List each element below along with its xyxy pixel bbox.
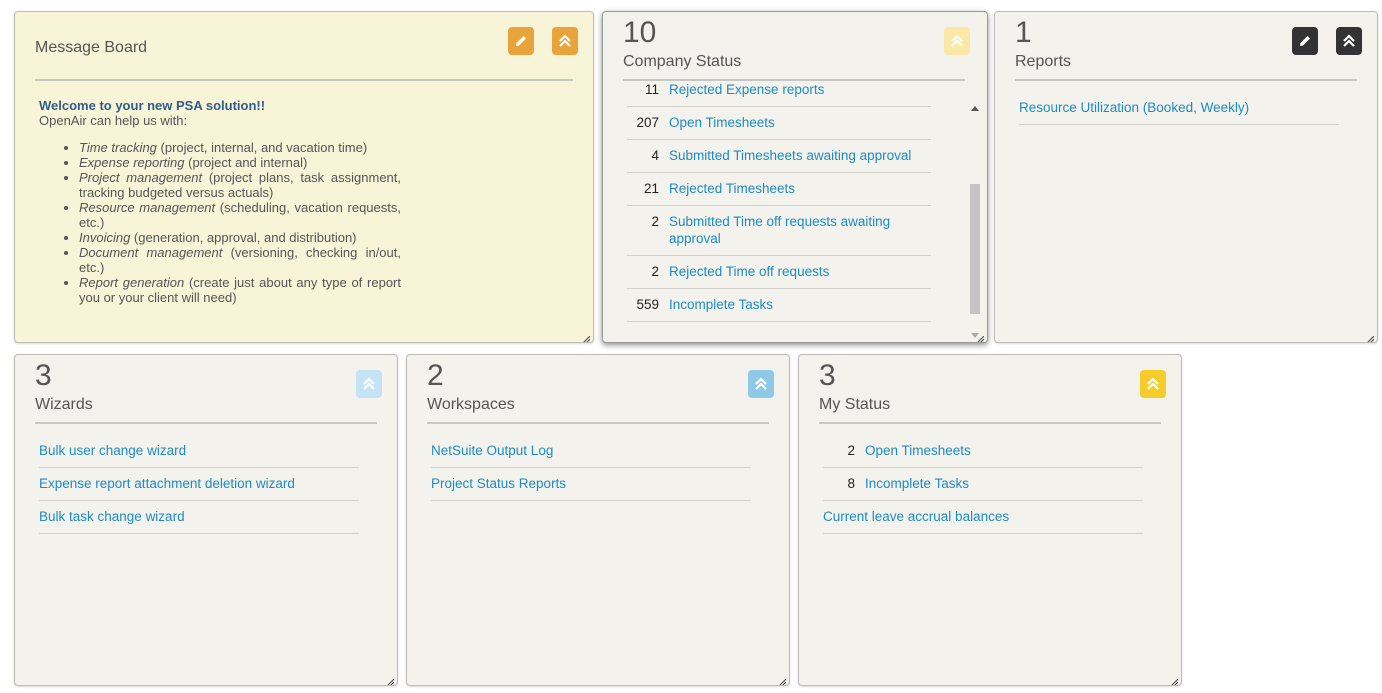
message-board-title: Message Board: [35, 39, 148, 56]
double-chevron-up-icon: [1145, 376, 1161, 392]
double-chevron-up-icon: [1341, 33, 1357, 49]
list-item[interactable]: NetSuite Output Log: [431, 435, 751, 468]
workspaces-count: 2: [427, 359, 444, 392]
header-divider: [1015, 79, 1357, 81]
double-chevron-up-icon: [361, 376, 377, 392]
wizards-title: Wizards: [35, 396, 93, 413]
feature-item: Invoicing (generation, approval, and dis…: [79, 230, 401, 245]
wizards-card: 3 Wizards Bulk user change wizard Expens…: [14, 354, 398, 686]
resize-handle[interactable]: [778, 674, 787, 685]
list-item[interactable]: 2 Submitted Time off requests awaiting ap…: [627, 206, 931, 256]
feature-item: Time tracking (project, internal, and va…: [79, 140, 401, 155]
resize-handle[interactable]: [1366, 331, 1375, 342]
double-chevron-up-icon: [557, 33, 573, 49]
header-divider: [623, 79, 965, 81]
workspaces-card: 2 Workspaces NetSuite Output Log Project…: [406, 354, 790, 686]
header-divider: [35, 422, 377, 424]
resize-handle[interactable]: [1170, 674, 1179, 685]
feature-item: Resource management (scheduling, vacatio…: [79, 200, 401, 230]
welcome-heading: Welcome to your new PSA solution!!: [39, 98, 266, 113]
list-item[interactable]: 207 Open Timesheets: [627, 107, 931, 140]
list-item[interactable]: 4 Submitted Timesheets awaiting approval: [627, 140, 931, 173]
reports-list: Resource Utilization (Booked, Weekly): [1019, 92, 1339, 125]
list-item[interactable]: 21 Rejected Timesheets: [627, 173, 931, 206]
company-status-count: 10: [623, 16, 657, 49]
list-item[interactable]: Bulk task change wizard: [39, 501, 359, 534]
scroll-up-arrow-icon[interactable]: [971, 98, 979, 116]
reports-card: 1 Reports Resource Utilization (Booked, …: [994, 11, 1378, 343]
status-scroll-area[interactable]: 11 Rejected Expense reports 207 Open Times…: [627, 82, 931, 334]
list-item[interactable]: 559 Incomplete Tasks: [627, 289, 931, 322]
header-divider: [35, 79, 573, 81]
reports-count: 1: [1015, 16, 1032, 49]
resize-handle[interactable]: [976, 331, 985, 342]
status-list: 11 Rejected Expense reports 207 Open Times…: [627, 82, 931, 322]
feature-item: Expense reporting (project and internal): [79, 155, 401, 170]
collapse-button[interactable]: [356, 370, 382, 398]
resize-handle[interactable]: [582, 331, 591, 342]
my-status-card: 3 My Status 2 Open Timesheets 8 Incomplete…: [798, 354, 1182, 686]
collapse-button[interactable]: [944, 27, 970, 55]
my-status-list: 2 Open Timesheets 8 Incomplete Tasks Curre…: [823, 435, 1143, 534]
list-item[interactable]: 8 Incomplete Tasks: [823, 468, 1143, 501]
feature-item: Report generation (create just about any…: [79, 275, 401, 305]
workspaces-list: NetSuite Output Log Project Status Repor…: [431, 435, 751, 501]
my-status-title: My Status: [819, 396, 891, 413]
feature-item: Project management (project plans, task …: [79, 170, 401, 200]
reports-title: Reports: [1015, 53, 1072, 70]
pencil-icon: [514, 34, 528, 48]
feature-list: Time tracking (project, internal, and va…: [39, 140, 401, 305]
pencil-icon: [1298, 34, 1312, 48]
message-content: Welcome to your new PSA solution!! OpenA…: [39, 98, 401, 305]
list-item[interactable]: 11 Rejected Expense reports: [627, 82, 931, 107]
vertical-scrollbar[interactable]: [969, 98, 981, 338]
edit-button[interactable]: [1292, 27, 1318, 55]
my-status-count: 3: [819, 359, 836, 392]
list-item[interactable]: 2 Rejected Time off requests: [627, 256, 931, 289]
list-item[interactable]: Bulk user change wizard: [39, 435, 359, 468]
header-divider: [427, 422, 769, 424]
intro-text: OpenAir can help us with:: [39, 113, 188, 128]
collapse-button[interactable]: [748, 370, 774, 398]
company-status-title: Company Status: [623, 53, 742, 70]
wizards-list: Bulk user change wizard Expense report a…: [39, 435, 359, 534]
edit-button[interactable]: [508, 27, 534, 55]
double-chevron-up-icon: [753, 376, 769, 392]
company-status-card: 10 Company Status 11 Rejected Expense rep…: [602, 11, 988, 343]
workspaces-title: Workspaces: [427, 396, 515, 413]
wizards-count: 3: [35, 359, 52, 392]
resize-handle[interactable]: [386, 674, 395, 685]
list-item[interactable]: Expense report attachment deletion wizar…: [39, 468, 359, 501]
list-item[interactable]: Project Status Reports: [431, 468, 751, 501]
leave-balances-link[interactable]: Current leave accrual balances: [823, 501, 1143, 534]
collapse-button[interactable]: [552, 27, 578, 55]
collapse-button[interactable]: [1336, 27, 1362, 55]
list-item[interactable]: Resource Utilization (Booked, Weekly): [1019, 92, 1339, 125]
feature-item: Document management (versioning, checkin…: [79, 245, 401, 275]
header-divider: [819, 422, 1161, 424]
scroll-thumb[interactable]: [970, 184, 980, 314]
collapse-button[interactable]: [1140, 370, 1166, 398]
double-chevron-up-icon: [949, 33, 965, 49]
list-item[interactable]: 2 Open Timesheets: [823, 435, 1143, 468]
message-board-card: Message Board Welcome to your new PSA so…: [14, 11, 594, 343]
